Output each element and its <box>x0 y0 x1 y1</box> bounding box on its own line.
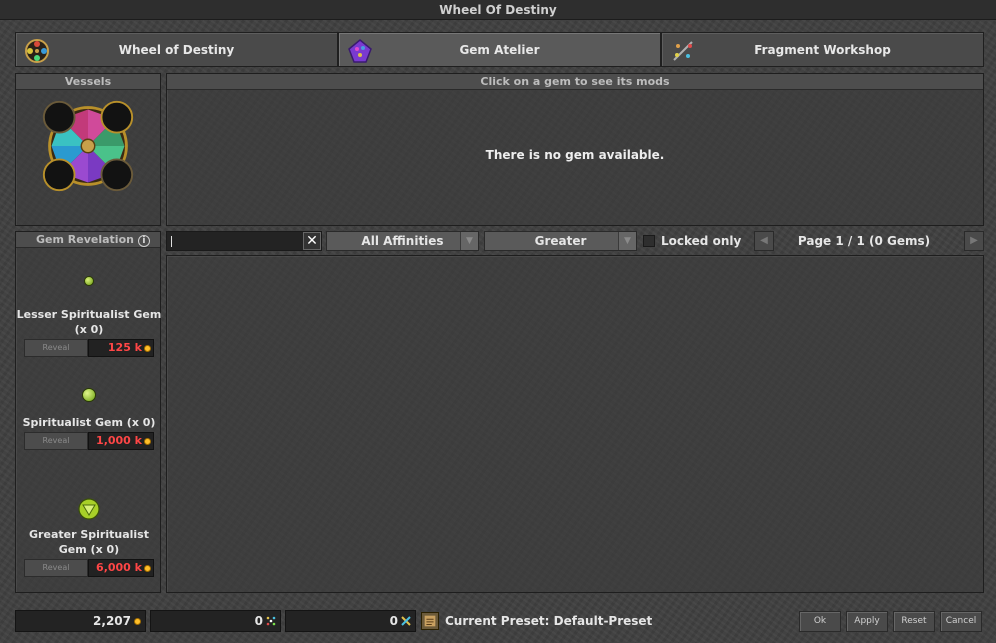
cancel-button[interactable]: Cancel <box>940 611 982 632</box>
greater-fragment-value: 0 <box>389 614 398 628</box>
gem-revelation-item-lesser: Lesser Spiritualist Gem (x 0) Reveal 125… <box>16 276 162 357</box>
lesser-fragment-counter: 0 <box>150 610 281 632</box>
preset-scroll-icon[interactable] <box>421 612 439 630</box>
gem-cost-value: 125 k <box>107 341 142 354</box>
info-icon[interactable]: i <box>137 235 150 247</box>
gem-cost: 6,000 k <box>88 559 154 577</box>
gem-revelation-title: Gem Revelation <box>36 233 134 246</box>
gold-coin-icon <box>144 564 151 572</box>
gem-revelation-panel: Gem Revelation i Lesser Spiritualist Gem … <box>15 231 161 593</box>
ok-button[interactable]: Ok <box>799 611 841 632</box>
prev-page-button[interactable]: ◀ <box>754 231 774 251</box>
tab-fragment-workshop[interactable]: Fragment Workshop <box>661 32 984 67</box>
lesser-spiritualist-gem-icon <box>84 276 94 286</box>
tab-label: Gem Atelier <box>459 42 540 57</box>
tab-label: Wheel of Destiny <box>118 42 235 57</box>
current-preset-label: Current Preset: Default-Preset <box>445 614 653 628</box>
vessels-panel: Vessels <box>15 73 161 226</box>
grade-select[interactable]: Greater ▼ <box>484 231 637 251</box>
vessels-title: Vessels <box>16 74 160 90</box>
text-cursor <box>171 235 172 247</box>
greater-fragment-icon <box>401 616 411 626</box>
chevron-down-icon: ▼ <box>460 232 478 250</box>
gem-filter-bar: ✕ All Affinities ▼ Greater ▼ Locked only… <box>166 231 984 251</box>
wheel-icon <box>25 39 49 63</box>
grade-select-value: Greater <box>534 234 587 248</box>
gem-atelier-icon <box>348 39 372 63</box>
gold-coin-icon <box>144 437 151 445</box>
apply-button[interactable]: Apply <box>846 611 888 632</box>
wheel-of-destiny-window: Wheel Of Destiny Wheel of Destiny Gem At… <box>0 0 996 643</box>
lesser-fragment-icon <box>266 616 276 626</box>
gold-coin-icon <box>144 344 151 352</box>
reveal-button[interactable]: Reveal <box>24 339 88 357</box>
gold-counter: 2,207 <box>15 610 146 632</box>
greater-fragment-counter: 0 <box>285 610 416 632</box>
gem-cost-value: 6,000 k <box>96 561 142 574</box>
gem-name: Lesser Spiritualist Gem (x 0) <box>16 308 162 336</box>
locked-only-checkbox[interactable] <box>643 235 655 247</box>
footer-bar: 2,207 0 0 Current Preset: Default-Preset… <box>15 610 984 632</box>
gem-revelation-item-regular: Spiritualist Gem (x 0) Reveal 1,000 k <box>16 388 162 450</box>
gold-coin-icon <box>134 617 141 625</box>
tab-wheel-of-destiny[interactable]: Wheel of Destiny <box>15 32 338 67</box>
window-title: Wheel Of Destiny <box>439 3 557 17</box>
gem-cost: 1,000 k <box>88 432 154 450</box>
vessels-wheel-icon[interactable] <box>40 98 136 194</box>
tab-gem-atelier[interactable]: Gem Atelier <box>338 32 661 67</box>
title-bar: Wheel Of Destiny <box>0 0 996 20</box>
tab-label: Fragment Workshop <box>754 42 891 57</box>
locked-only-label: Locked only <box>661 234 742 248</box>
gem-revelation-header: Gem Revelation i <box>16 232 160 248</box>
gem-mods-title: Click on a gem to see its mods <box>167 74 983 90</box>
reveal-button[interactable]: Reveal <box>24 432 88 450</box>
chevron-down-icon: ▼ <box>618 232 636 250</box>
gem-name: Greater Spiritualist Gem (x 0) <box>29 528 149 556</box>
page-info: Page 1 / 1 (0 Gems) <box>797 234 931 248</box>
reveal-button[interactable]: Reveal <box>24 559 88 577</box>
affinity-select[interactable]: All Affinities ▼ <box>326 231 479 251</box>
reset-button[interactable]: Reset <box>893 611 935 632</box>
greater-spiritualist-gem-icon <box>78 498 100 520</box>
gold-value: 2,207 <box>93 614 131 628</box>
gem-mods-panel: Click on a gem to see its mods There is … <box>166 73 984 226</box>
gem-grid <box>166 255 984 593</box>
gem-revelation-item-greater: Greater Spiritualist Gem (x 0) Reveal 6,… <box>16 498 162 577</box>
tab-bar: Wheel of Destiny Gem Atelier Fragment Wo… <box>15 32 984 67</box>
gem-cost-value: 1,000 k <box>96 434 142 447</box>
gem-cost: 125 k <box>88 339 154 357</box>
affinity-select-value: All Affinities <box>361 234 444 248</box>
clear-search-icon[interactable]: ✕ <box>303 232 321 250</box>
gem-name: Spiritualist Gem (x 0) <box>22 416 156 429</box>
spiritualist-gem-icon <box>82 388 96 402</box>
gem-search-input[interactable] <box>166 231 322 251</box>
fragment-workshop-icon <box>673 41 693 61</box>
next-page-button[interactable]: ▶ <box>964 231 984 251</box>
lesser-fragment-value: 0 <box>254 614 263 628</box>
no-gem-message: There is no gem available. <box>485 148 665 162</box>
